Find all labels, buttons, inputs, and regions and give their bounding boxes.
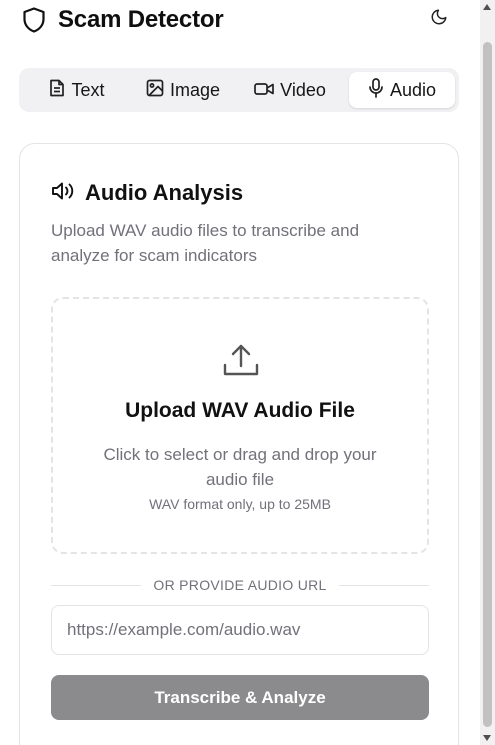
card-header: Audio Analysis bbox=[51, 180, 243, 206]
tab-label: Image bbox=[169, 79, 221, 100]
divider-label: OR PROVIDE AUDIO URL bbox=[153, 577, 327, 593]
speaker-icon bbox=[51, 181, 75, 206]
image-icon bbox=[146, 79, 164, 102]
mic-icon bbox=[368, 77, 384, 103]
scroll-down-arrow-icon[interactable] bbox=[483, 735, 491, 741]
audio-url-input[interactable] bbox=[51, 605, 429, 655]
app-title: Scam Detector bbox=[58, 6, 224, 33]
divider-line bbox=[338, 584, 430, 586]
or-divider: OR PROVIDE AUDIO URL bbox=[51, 575, 430, 595]
dropzone-title: Upload WAV Audio File bbox=[125, 399, 355, 422]
transcribe-analyze-button[interactable]: Transcribe & Analyze bbox=[51, 675, 429, 720]
dropzone-subtitle: Click to select or drag and drop your au… bbox=[103, 445, 377, 489]
file-text-icon bbox=[49, 79, 65, 102]
audio-analysis-card: Audio Analysis Upload WAV audio files to… bbox=[19, 143, 459, 745]
audio-dropzone[interactable]: Upload WAV Audio File Click to select or… bbox=[51, 297, 429, 554]
dropzone-hint: WAV format only, up to 25MB bbox=[149, 496, 331, 512]
tab-bar: Text Image Video Audio bbox=[19, 68, 459, 112]
tab-audio[interactable]: Audio bbox=[349, 72, 455, 108]
tab-image[interactable]: Image bbox=[131, 72, 235, 108]
tab-video[interactable]: Video bbox=[235, 72, 345, 108]
page-scrollbar[interactable] bbox=[480, 0, 495, 745]
video-icon bbox=[254, 80, 274, 101]
moon-icon bbox=[430, 8, 448, 31]
tab-label: Text bbox=[71, 79, 105, 100]
divider-line bbox=[51, 584, 142, 586]
upload-icon bbox=[221, 341, 261, 381]
tab-text[interactable]: Text bbox=[23, 72, 131, 108]
scroll-thumb[interactable] bbox=[483, 42, 492, 727]
app-header: Scam Detector bbox=[20, 4, 460, 36]
card-title: Audio Analysis bbox=[85, 180, 244, 205]
theme-toggle-button[interactable] bbox=[428, 8, 450, 30]
shield-icon bbox=[20, 6, 48, 34]
scroll-up-arrow-icon[interactable] bbox=[483, 4, 491, 10]
tab-label: Video bbox=[280, 79, 326, 100]
card-description: Upload WAV audio files to transcribe and… bbox=[51, 221, 360, 265]
tab-label: Audio bbox=[389, 79, 437, 100]
